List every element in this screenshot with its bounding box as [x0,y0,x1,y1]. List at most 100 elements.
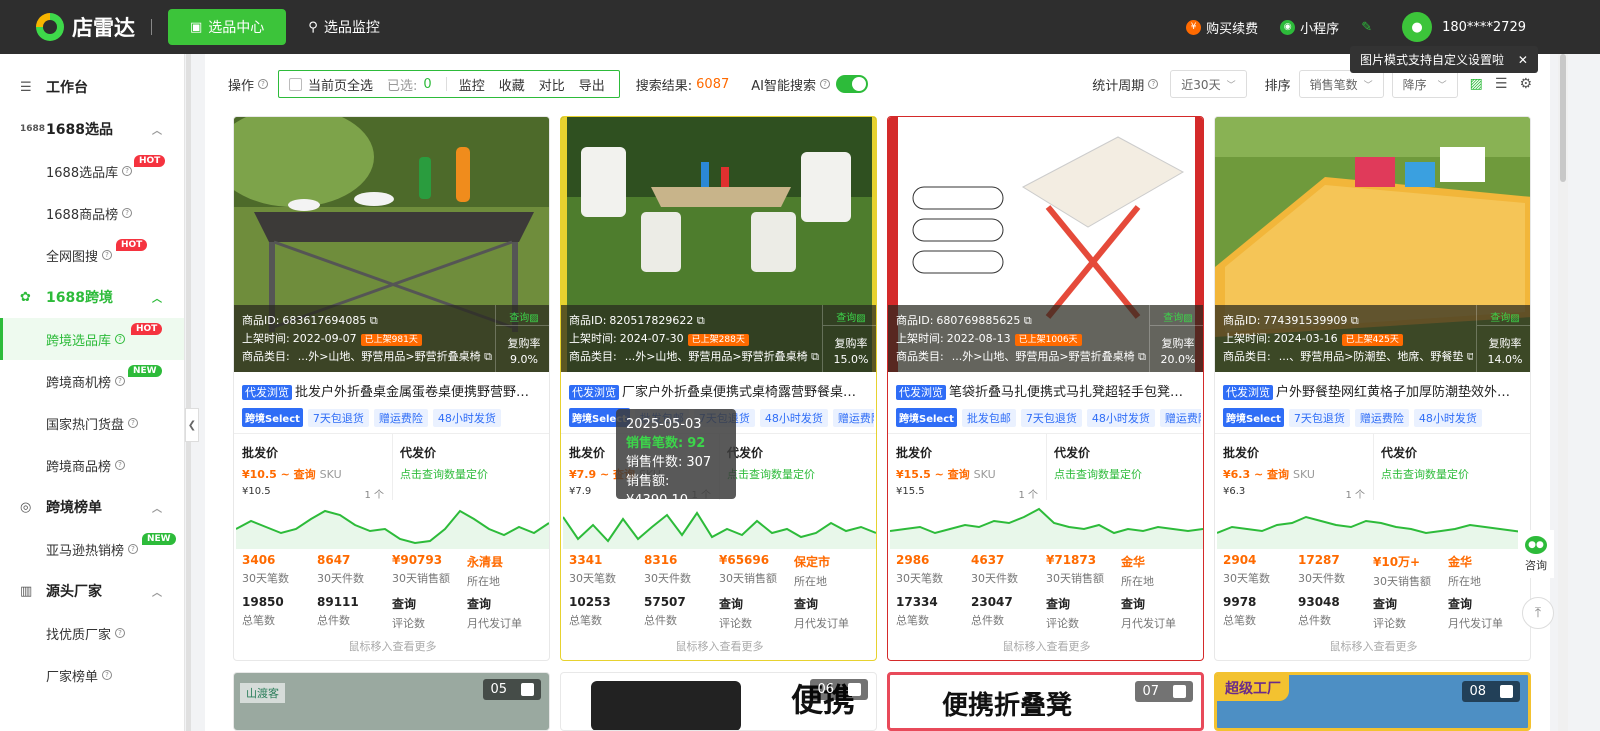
card-number[interactable]: 08 [1462,681,1520,702]
price-range[interactable]: ¥15.5 ~ 查询 [896,468,970,481]
copy-icon[interactable]: ⧉ [370,314,378,327]
sidebar-item-amazon[interactable]: 亚马逊热销榜? NEW [0,528,184,570]
query-image-link[interactable]: 查询▨ [496,309,549,324]
consult-button[interactable]: ●● 咨询 [1518,530,1554,578]
product-title[interactable]: 代发浏览 厂家户外折叠桌便携式桌椅露营野餐桌子烧烤桌 [569,381,869,400]
copy-icon[interactable]: ⧉ [484,350,492,363]
copy-icon[interactable]: ⧉ [1138,350,1146,363]
product-card-07[interactable]: 便携折叠凳 07 [887,672,1204,731]
nav-product-monitor[interactable]: ⚲ 选品监控 [286,9,402,45]
query-reviews-link[interactable]: 查询 [1046,595,1121,612]
card-number[interactable]: 06 [810,679,868,700]
avatar[interactable]: ● [1402,12,1433,42]
card-number[interactable]: 05 [483,679,541,700]
price-range[interactable]: ¥6.3 ~ 查询 [1223,468,1289,481]
sidebar-item-cross-ranking[interactable]: 跨境商品榜? [0,444,184,486]
product-card-05[interactable]: 山渡客 05 [233,672,550,731]
favorite-button[interactable]: 收藏 [499,75,525,94]
query-orders-link[interactable]: 查询 [467,595,542,612]
select-all-checkbox[interactable] [289,77,303,91]
sidebar-item-hot-goods[interactable]: 国家热门货盘? [0,402,184,444]
sidebar-item-1688-ranking[interactable]: 1688商品榜? [0,192,184,234]
copy-icon[interactable]: ⧉ [1467,350,1473,363]
sidebar-group-cross-border[interactable]: ✿ 1688跨境 ︿ [0,276,184,318]
product-id-row: 商品ID: 680769885625 ⧉ [896,314,1032,327]
product-card-06[interactable]: 便携 06 [560,672,877,731]
query-orders-link[interactable]: 查询 [1448,595,1523,612]
query-reviews-link[interactable]: 查询 [1373,595,1448,612]
sidebar-item-factory-ranking[interactable]: 厂家榜单? [0,654,184,696]
query-image-link[interactable]: 查询▨ [1477,309,1530,324]
query-image-link[interactable]: 查询▨ [1150,309,1203,324]
product-card-08[interactable]: 超级工厂 08 [1214,672,1531,731]
brand-name: 店雷达 [72,16,135,40]
product-card[interactable]: 商品ID: 683617694085 ⧉ 上架时间: 2022-09-07 已上架98… [233,116,550,661]
sidebar-item-find-factory[interactable]: 找优质厂家? [0,612,184,654]
compare-button[interactable]: 对比 [539,75,565,94]
sidebar-scrollbar[interactable] [186,54,191,731]
monitor-button[interactable]: 监控 [459,75,485,94]
sales-trend-chart[interactable] [890,499,1203,549]
sidebar-item-1688-library[interactable]: 1688选品库? HOT [0,150,184,192]
settings-icon[interactable]: ⚙ [1519,76,1532,92]
copy-icon[interactable]: ⧉ [1351,314,1359,327]
export-button[interactable]: 导出 [579,75,605,94]
brand-logo[interactable]: 店雷达 [36,12,135,42]
list-mode-icon[interactable]: ☰ [1495,76,1508,92]
buy-renew-link[interactable]: ¥ 购买续费 [1186,18,1258,37]
card-number[interactable]: 07 [1135,681,1193,702]
sidebar-item-opportunity[interactable]: 跨境商机榜? NEW [0,360,184,402]
back-to-top-button[interactable]: ⤒ [1522,597,1554,629]
price-area: 批发价 ¥10.5 ~ 查询 SKU ¥10.5 1 个 代发价 点击查询数量定价 [234,433,549,501]
query-price-link[interactable]: 点击查询数量定价 [1054,466,1203,482]
query-image-link[interactable]: 查询▨ [823,309,876,324]
product-title[interactable]: 代发浏览批发户外折叠桌金属蛋卷桌便携野营野餐桌椅套装 [242,381,542,400]
query-price-link[interactable]: 点击查询数量定价 [727,466,876,482]
user-phone[interactable]: 180****2729 [1442,20,1526,35]
sidebar-item-image-search[interactable]: 全网图搜? HOT [0,234,184,276]
sidebar-group-factory[interactable]: ▥ 源头厂家 ︿ [0,570,184,612]
sidebar-item-cross-border-library[interactable]: 跨境选品库? HOT [0,318,184,360]
image-mode-icon[interactable]: ▨ [1470,76,1483,92]
help-icon[interactable]: ? [258,79,269,89]
edit-link[interactable]: ✎ [1361,20,1372,35]
scrollbar-thumb[interactable] [1560,54,1566,182]
price-range[interactable]: ¥10.5 ~ 查询 [242,468,316,481]
period-select[interactable]: 近30天 ﹀ [1170,70,1247,98]
help-icon[interactable]: ? [1148,79,1159,89]
product-title[interactable]: 代发浏览笔袋折叠马扎便携式马扎凳超轻手包凳子户外钓鱼 [896,381,1196,400]
product-card[interactable]: 商品ID: 820517829622 ⧉ 上架时间: 2024-07-30 已上架28… [560,116,877,661]
nav-product-center[interactable]: ▣ 选品中心 [168,9,287,45]
mini-program-link[interactable]: ◉ 小程序 [1280,18,1339,37]
product-card[interactable]: 商品ID: 680769885625 ⧉ 上架时间: 2022-08-13 已上架10… [887,116,1204,661]
product-title[interactable]: 代发浏览 户外野餐垫网红黄格子加厚防潮垫效外可折叠 [1223,381,1523,400]
copy-icon[interactable]: ⧉ [1024,314,1032,327]
query-price-link[interactable]: 点击查询数量定价 [1381,466,1530,482]
order-select[interactable]: 降序 ﹀ [1391,70,1458,98]
query-reviews-link[interactable]: 查询 [392,595,467,612]
select-all-label[interactable]: 当前页全选 [308,75,373,94]
page-scrollbar[interactable] [1558,54,1568,731]
query-reviews-link[interactable]: 查询 [719,595,794,612]
repurchase-rate: 14.0% [1487,353,1523,366]
sidebar-group-cross-lists[interactable]: ◎ 跨境榜单 ︿ [0,486,184,528]
listing-date-row: 上架时间: 2022-08-13 已上架1006天 [896,330,1082,346]
sales-trend-chart[interactable] [236,499,549,549]
product-card[interactable]: 商品ID: 774391539909 ⧉ 上架时间: 2024-03-16 已上架42… [1214,116,1531,661]
query-orders-link[interactable]: 查询 [794,595,869,612]
product-info-overlay: 商品ID: 680769885625 ⧉ 上架时间: 2022-08-13 已上架10… [888,305,1203,372]
sidebar-group-1688[interactable]: 1688 1688选品 ︿ [0,108,184,150]
query-price-link[interactable]: 点击查询数量定价 [400,466,549,482]
query-orders-link[interactable]: 查询 [1121,595,1196,612]
repurchase-rate: 15.0% [833,353,869,366]
hot-badge: HOT [131,323,163,335]
sales-trend-chart[interactable] [1217,499,1530,549]
ai-search-toggle[interactable] [835,75,868,93]
copy-icon[interactable]: ⧉ [811,350,819,363]
sidebar-collapse-button[interactable]: ❮ [185,408,199,442]
help-icon[interactable]: ? [819,79,830,89]
sidebar-workbench[interactable]: ☰ 工作台 [0,66,184,108]
copy-icon[interactable]: ⧉ [697,314,705,327]
sort-select[interactable]: 销售笔数 ﹀ [1298,70,1384,98]
close-icon[interactable]: ✕ [1518,53,1528,67]
